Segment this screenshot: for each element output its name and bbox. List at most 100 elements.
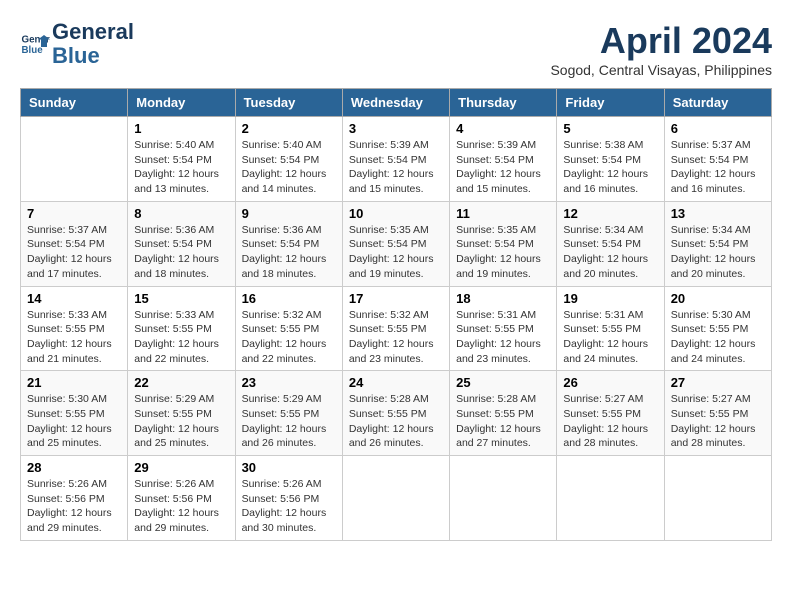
day-header-thursday: Thursday	[450, 89, 557, 117]
day-number: 29	[134, 460, 228, 475]
day-info: Sunrise: 5:31 AMSunset: 5:55 PMDaylight:…	[563, 308, 657, 367]
calendar-cell: 18 Sunrise: 5:31 AMSunset: 5:55 PMDayligh…	[450, 286, 557, 371]
calendar-cell: 4Sunrise: 5:39 AMSunset: 5:54 PMDaylight…	[450, 117, 557, 202]
day-number: 2	[242, 121, 336, 136]
month-title: April 2024	[550, 20, 772, 62]
day-info: Sunrise: 5:38 AMSunset: 5:54 PMDaylight:…	[563, 138, 657, 197]
day-number: 12	[563, 206, 657, 221]
day-number: 17	[349, 291, 443, 306]
day-number: 20	[671, 291, 765, 306]
day-info: Sunrise: 5:33 AMSunset: 5:55 PMDaylight:…	[27, 308, 121, 367]
day-info: Sunrise: 5:29 AMSunset: 5:55 PMDaylight:…	[242, 392, 336, 451]
week-row-3: 14Sunrise: 5:33 AMSunset: 5:55 PMDayligh…	[21, 286, 772, 371]
day-header-wednesday: Wednesday	[342, 89, 449, 117]
calendar-cell: 28Sunrise: 5:26 AMSunset: 5:56 PMDayligh…	[21, 456, 128, 541]
day-number: 24	[349, 375, 443, 390]
calendar-cell: 17 Sunrise: 5:32 AMSunset: 5:55 PMDayligh…	[342, 286, 449, 371]
calendar-cell	[21, 117, 128, 202]
day-number: 18	[456, 291, 550, 306]
week-row-1: 1 Sunrise: 5:40 AMSunset: 5:54 PMDaylight…	[21, 117, 772, 202]
day-header-sunday: Sunday	[21, 89, 128, 117]
day-info: Sunrise: 5:37 AMSunset: 5:54 PMDaylight:…	[27, 223, 121, 282]
day-number: 4	[456, 121, 550, 136]
day-info: Sunrise: 5:35 AMSunset: 5:54 PMDaylight:…	[349, 223, 443, 282]
day-number: 16	[242, 291, 336, 306]
calendar-cell: 26 Sunrise: 5:27 AMSunset: 5:55 PMDayligh…	[557, 371, 664, 456]
day-number: 7	[27, 206, 121, 221]
calendar-cell: 9Sunrise: 5:36 AMSunset: 5:54 PMDaylight…	[235, 201, 342, 286]
day-info: Sunrise: 5:26 AMSunset: 5:56 PMDaylight:…	[242, 477, 336, 536]
calendar-cell: 7 Sunrise: 5:37 AMSunset: 5:54 PMDaylight…	[21, 201, 128, 286]
day-info: Sunrise: 5:30 AMSunset: 5:55 PMDaylight:…	[671, 308, 765, 367]
day-info: Sunrise: 5:32 AMSunset: 5:55 PMDaylight:…	[349, 308, 443, 367]
calendar-cell: 8Sunrise: 5:36 AMSunset: 5:54 PMDaylight…	[128, 201, 235, 286]
day-number: 22	[134, 375, 228, 390]
calendar-cell	[557, 456, 664, 541]
calendar-cell: 6 Sunrise: 5:37 AMSunset: 5:54 PMDaylight…	[664, 117, 771, 202]
day-info: Sunrise: 5:26 AMSunset: 5:56 PMDaylight:…	[27, 477, 121, 536]
day-number: 5	[563, 121, 657, 136]
calendar-cell: 16Sunrise: 5:32 AMSunset: 5:55 PMDayligh…	[235, 286, 342, 371]
day-number: 19	[563, 291, 657, 306]
calendar-cell: 27 Sunrise: 5:27 AMSunset: 5:55 PMDayligh…	[664, 371, 771, 456]
day-info: Sunrise: 5:34 AMSunset: 5:54 PMDaylight:…	[563, 223, 657, 282]
logo-text: General Blue	[52, 20, 134, 68]
day-header-saturday: Saturday	[664, 89, 771, 117]
calendar-cell: 13 Sunrise: 5:34 AMSunset: 5:54 PMDayligh…	[664, 201, 771, 286]
week-row-5: 28Sunrise: 5:26 AMSunset: 5:56 PMDayligh…	[21, 456, 772, 541]
calendar-cell: 1 Sunrise: 5:40 AMSunset: 5:54 PMDaylight…	[128, 117, 235, 202]
calendar-cell: 20 Sunrise: 5:30 AMSunset: 5:55 PMDayligh…	[664, 286, 771, 371]
calendar-cell: 10 Sunrise: 5:35 AMSunset: 5:54 PMDayligh…	[342, 201, 449, 286]
day-info: Sunrise: 5:39 AMSunset: 5:54 PMDaylight:…	[349, 138, 443, 197]
day-info: Sunrise: 5:28 AMSunset: 5:55 PMDaylight:…	[456, 392, 550, 451]
week-row-2: 7 Sunrise: 5:37 AMSunset: 5:54 PMDaylight…	[21, 201, 772, 286]
week-row-4: 21 Sunrise: 5:30 AMSunset: 5:55 PMDayligh…	[21, 371, 772, 456]
logo-icon: General Blue	[20, 29, 50, 59]
day-info: Sunrise: 5:37 AMSunset: 5:54 PMDaylight:…	[671, 138, 765, 197]
day-info: Sunrise: 5:27 AMSunset: 5:55 PMDaylight:…	[671, 392, 765, 451]
day-number: 3	[349, 121, 443, 136]
logo-line2: Blue	[52, 43, 100, 68]
day-number: 25	[456, 375, 550, 390]
day-info: Sunrise: 5:33 AMSunset: 5:55 PMDaylight:…	[134, 308, 228, 367]
calendar-cell	[664, 456, 771, 541]
calendar-cell: 14Sunrise: 5:33 AMSunset: 5:55 PMDayligh…	[21, 286, 128, 371]
calendar-cell: 15 Sunrise: 5:33 AMSunset: 5:55 PMDayligh…	[128, 286, 235, 371]
calendar-cell	[450, 456, 557, 541]
day-info: Sunrise: 5:35 AMSunset: 5:54 PMDaylight:…	[456, 223, 550, 282]
day-number: 10	[349, 206, 443, 221]
day-header-friday: Friday	[557, 89, 664, 117]
day-info: Sunrise: 5:36 AMSunset: 5:54 PMDaylight:…	[242, 223, 336, 282]
location: Sogod, Central Visayas, Philippines	[550, 62, 772, 78]
svg-text:Blue: Blue	[22, 45, 44, 56]
calendar-cell: 2 Sunrise: 5:40 AMSunset: 5:54 PMDaylight…	[235, 117, 342, 202]
calendar-header-row: SundayMondayTuesdayWednesdayThursdayFrid…	[21, 89, 772, 117]
day-number: 26	[563, 375, 657, 390]
day-number: 11	[456, 206, 550, 221]
day-number: 30	[242, 460, 336, 475]
calendar-cell: 24Sunrise: 5:28 AMSunset: 5:55 PMDayligh…	[342, 371, 449, 456]
day-info: Sunrise: 5:30 AMSunset: 5:55 PMDaylight:…	[27, 392, 121, 451]
day-number: 6	[671, 121, 765, 136]
day-info: Sunrise: 5:29 AMSunset: 5:55 PMDaylight:…	[134, 392, 228, 451]
day-info: Sunrise: 5:27 AMSunset: 5:55 PMDaylight:…	[563, 392, 657, 451]
day-number: 15	[134, 291, 228, 306]
page-header: General Blue General Blue April 2024 Sog…	[20, 20, 772, 78]
calendar-cell: 22 Sunrise: 5:29 AMSunset: 5:55 PMDayligh…	[128, 371, 235, 456]
day-number: 13	[671, 206, 765, 221]
day-number: 1	[134, 121, 228, 136]
day-number: 8	[134, 206, 228, 221]
day-info: Sunrise: 5:34 AMSunset: 5:54 PMDaylight:…	[671, 223, 765, 282]
day-info: Sunrise: 5:40 AMSunset: 5:54 PMDaylight:…	[242, 138, 336, 197]
calendar-cell: 11 Sunrise: 5:35 AMSunset: 5:54 PMDayligh…	[450, 201, 557, 286]
day-info: Sunrise: 5:40 AMSunset: 5:54 PMDaylight:…	[134, 138, 228, 197]
calendar-cell: 5 Sunrise: 5:38 AMSunset: 5:54 PMDaylight…	[557, 117, 664, 202]
calendar-cell: 3 Sunrise: 5:39 AMSunset: 5:54 PMDaylight…	[342, 117, 449, 202]
day-number: 27	[671, 375, 765, 390]
logo-line1: General	[52, 19, 134, 44]
day-number: 21	[27, 375, 121, 390]
day-number: 23	[242, 375, 336, 390]
title-block: April 2024 Sogod, Central Visayas, Phili…	[550, 20, 772, 78]
day-info: Sunrise: 5:31 AMSunset: 5:55 PMDaylight:…	[456, 308, 550, 367]
calendar-cell: 30 Sunrise: 5:26 AMSunset: 5:56 PMDayligh…	[235, 456, 342, 541]
